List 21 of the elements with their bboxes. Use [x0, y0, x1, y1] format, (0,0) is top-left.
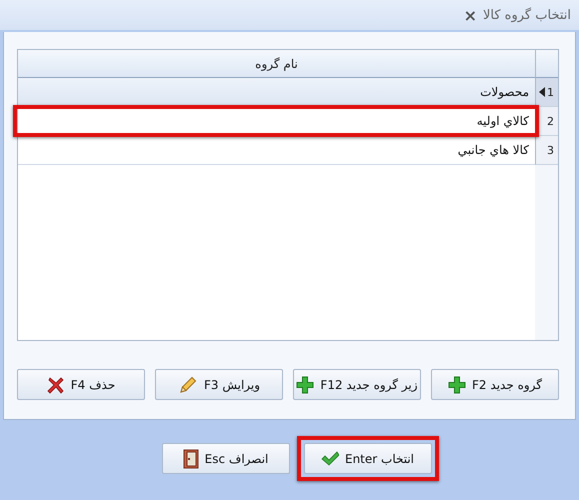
plus-icon: [448, 376, 466, 394]
action-button[interactable]: زیر گروه جدید F12: [293, 369, 421, 400]
door-icon: [182, 448, 199, 468]
action-button[interactable]: انصراف Esc: [162, 443, 290, 474]
pencil-icon: [178, 374, 198, 394]
action-button[interactable]: حذف F4: [17, 369, 145, 400]
table-cell[interactable]: کالا هاي جانبي: [18, 136, 535, 165]
header-corner: [535, 50, 558, 78]
row-header[interactable]: 3: [535, 136, 558, 165]
column-header[interactable]: نام گروه: [18, 50, 535, 78]
action-button[interactable]: انتخاب Enter: [304, 443, 432, 474]
table-cell[interactable]: محصولات: [18, 78, 535, 107]
table-cell[interactable]: کالاي اوليه: [18, 107, 535, 136]
delete-icon: [46, 376, 65, 394]
window-title: انتخاب گروه کالا: [482, 8, 571, 22]
action-button[interactable]: گروه جدید F2: [431, 369, 559, 400]
action-button[interactable]: ویرایش F3: [155, 369, 283, 400]
close-button[interactable]: ×: [464, 6, 477, 24]
plus-icon: [296, 376, 314, 394]
row-header[interactable]: 1: [535, 78, 558, 107]
check-icon: [320, 450, 339, 466]
